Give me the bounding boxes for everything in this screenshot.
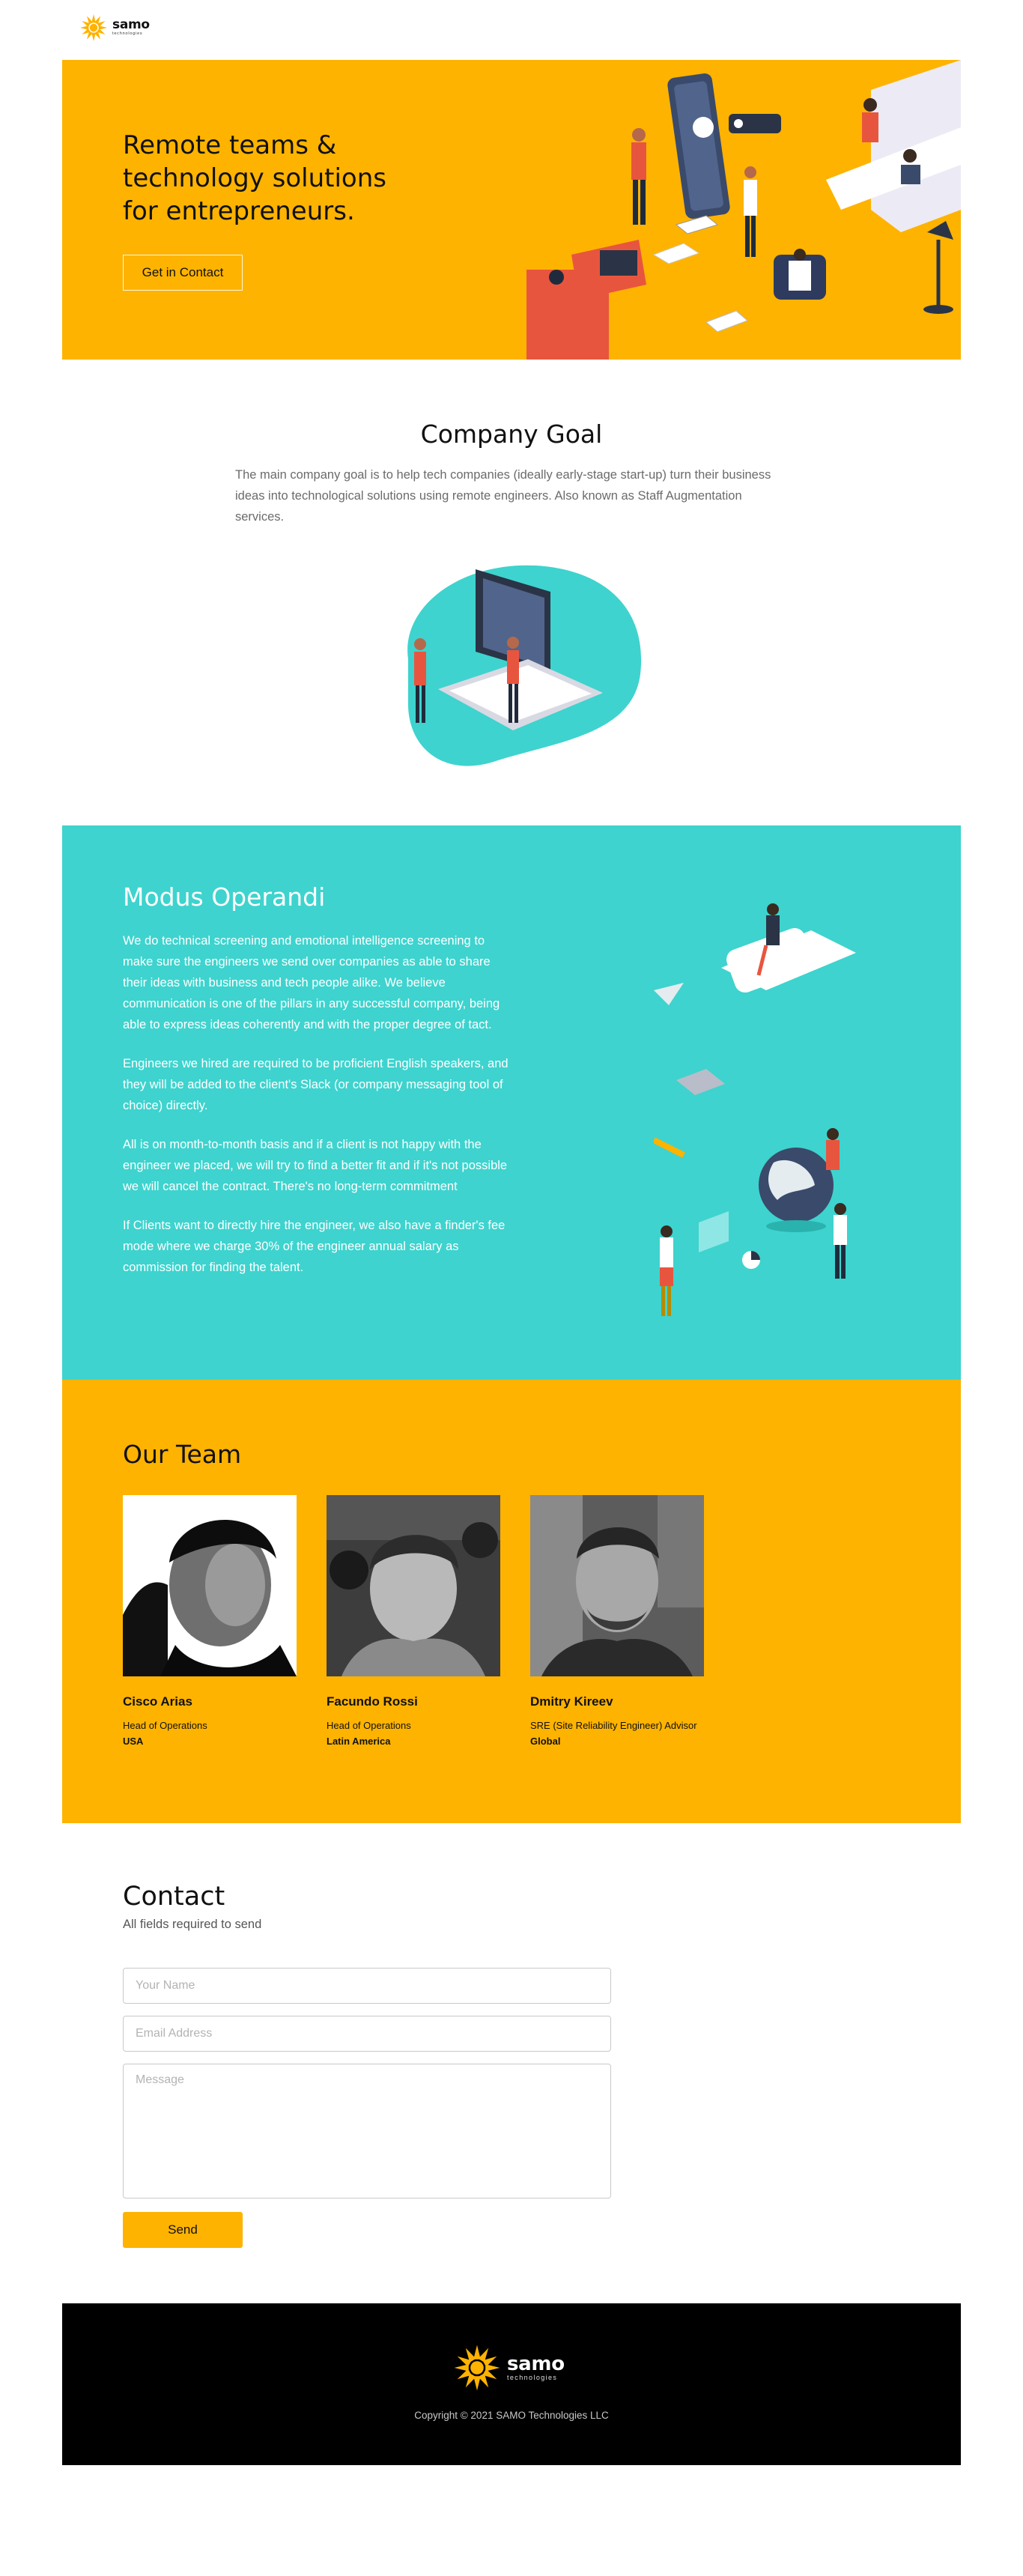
site-header: samo technologies xyxy=(0,0,1023,60)
hero-title: Remote teams & technology solutions for … xyxy=(123,130,386,226)
team-member-photo xyxy=(327,1495,500,1676)
site-footer: samo technologies Copyright © 2021 SAMO … xyxy=(62,2303,961,2465)
remote-work-globe-illustration xyxy=(654,903,856,1316)
company-goal-section: Company Goal The main company goal is to… xyxy=(0,360,1023,824)
footer-brand-tagline: technologies xyxy=(507,2374,558,2381)
copyright-text: Copyright © 2021 SAMO Technologies LLC xyxy=(414,2410,609,2421)
team-member-card: Cisco Arias Head of Operations USA xyxy=(123,1495,303,1747)
team-member-role: Head of Operations xyxy=(327,1720,411,1731)
sun-logo-icon xyxy=(79,13,108,42)
name-input[interactable] xyxy=(123,1968,611,2004)
contact-section: Contact All fields required to send Send xyxy=(123,1882,647,2248)
company-goal-title: Company Goal xyxy=(420,419,603,449)
footer-brand-logo[interactable]: samo technologies xyxy=(453,2344,565,2392)
sun-logo-icon xyxy=(454,2345,500,2391)
our-team-title: Our Team xyxy=(123,1440,242,1469)
send-button[interactable]: Send xyxy=(123,2212,243,2248)
team-member-role: SRE (Site Reliability Engineer) Advisor xyxy=(530,1720,697,1731)
team-member-location: USA xyxy=(123,1736,144,1747)
office-team-illustration xyxy=(526,60,961,360)
modus-operandi-title: Modus Operandi xyxy=(123,882,326,912)
brand-logo[interactable]: samo technologies xyxy=(79,13,150,42)
team-member-photo xyxy=(123,1495,297,1676)
team-member-card: Dmitry Kireev SRE (Site Reliability Engi… xyxy=(530,1495,710,1747)
company-goal-text: The main company goal is to help tech co… xyxy=(235,468,771,524)
modus-operandi-body: We do technical screening and emotional … xyxy=(123,930,512,1296)
team-member-name: Dmitry Kireev xyxy=(530,1694,613,1709)
our-team-section: Our Team Cisco Arias Head of Operations … xyxy=(62,1380,961,1823)
email-input[interactable] xyxy=(123,2016,611,2052)
modus-paragraph: Engineers we hired are required to be pr… xyxy=(123,1057,509,1112)
contact-subtitle: All fields required to send xyxy=(123,1918,262,1931)
laptop-collaboration-illustration xyxy=(407,565,642,766)
get-in-contact-button[interactable]: Get in Contact xyxy=(123,255,243,291)
modus-paragraph: We do technical screening and emotional … xyxy=(123,934,500,1031)
footer-brand-name: samo xyxy=(507,2353,565,2375)
brand-name: samo xyxy=(112,17,150,33)
message-textarea[interactable] xyxy=(123,2064,611,2198)
team-member-photo xyxy=(530,1495,704,1676)
team-member-role: Head of Operations xyxy=(123,1720,207,1731)
team-member-name: Facundo Rossi xyxy=(327,1694,418,1709)
brand-tagline: technologies xyxy=(112,31,143,37)
team-member-card: Facundo Rossi Head of Operations Latin A… xyxy=(327,1495,506,1747)
modus-paragraph: All is on month-to-month basis and if a … xyxy=(123,1138,508,1193)
team-member-name: Cisco Arias xyxy=(123,1694,192,1709)
team-member-location: Global xyxy=(530,1736,561,1747)
modus-paragraph: If Clients want to directly hire the eng… xyxy=(123,1219,506,1274)
hero-section: Remote teams & technology solutions for … xyxy=(62,60,961,360)
modus-operandi-section: Modus Operandi We do technical screening… xyxy=(62,825,961,1380)
contact-title: Contact xyxy=(123,1882,225,1912)
team-member-location: Latin America xyxy=(327,1736,391,1747)
